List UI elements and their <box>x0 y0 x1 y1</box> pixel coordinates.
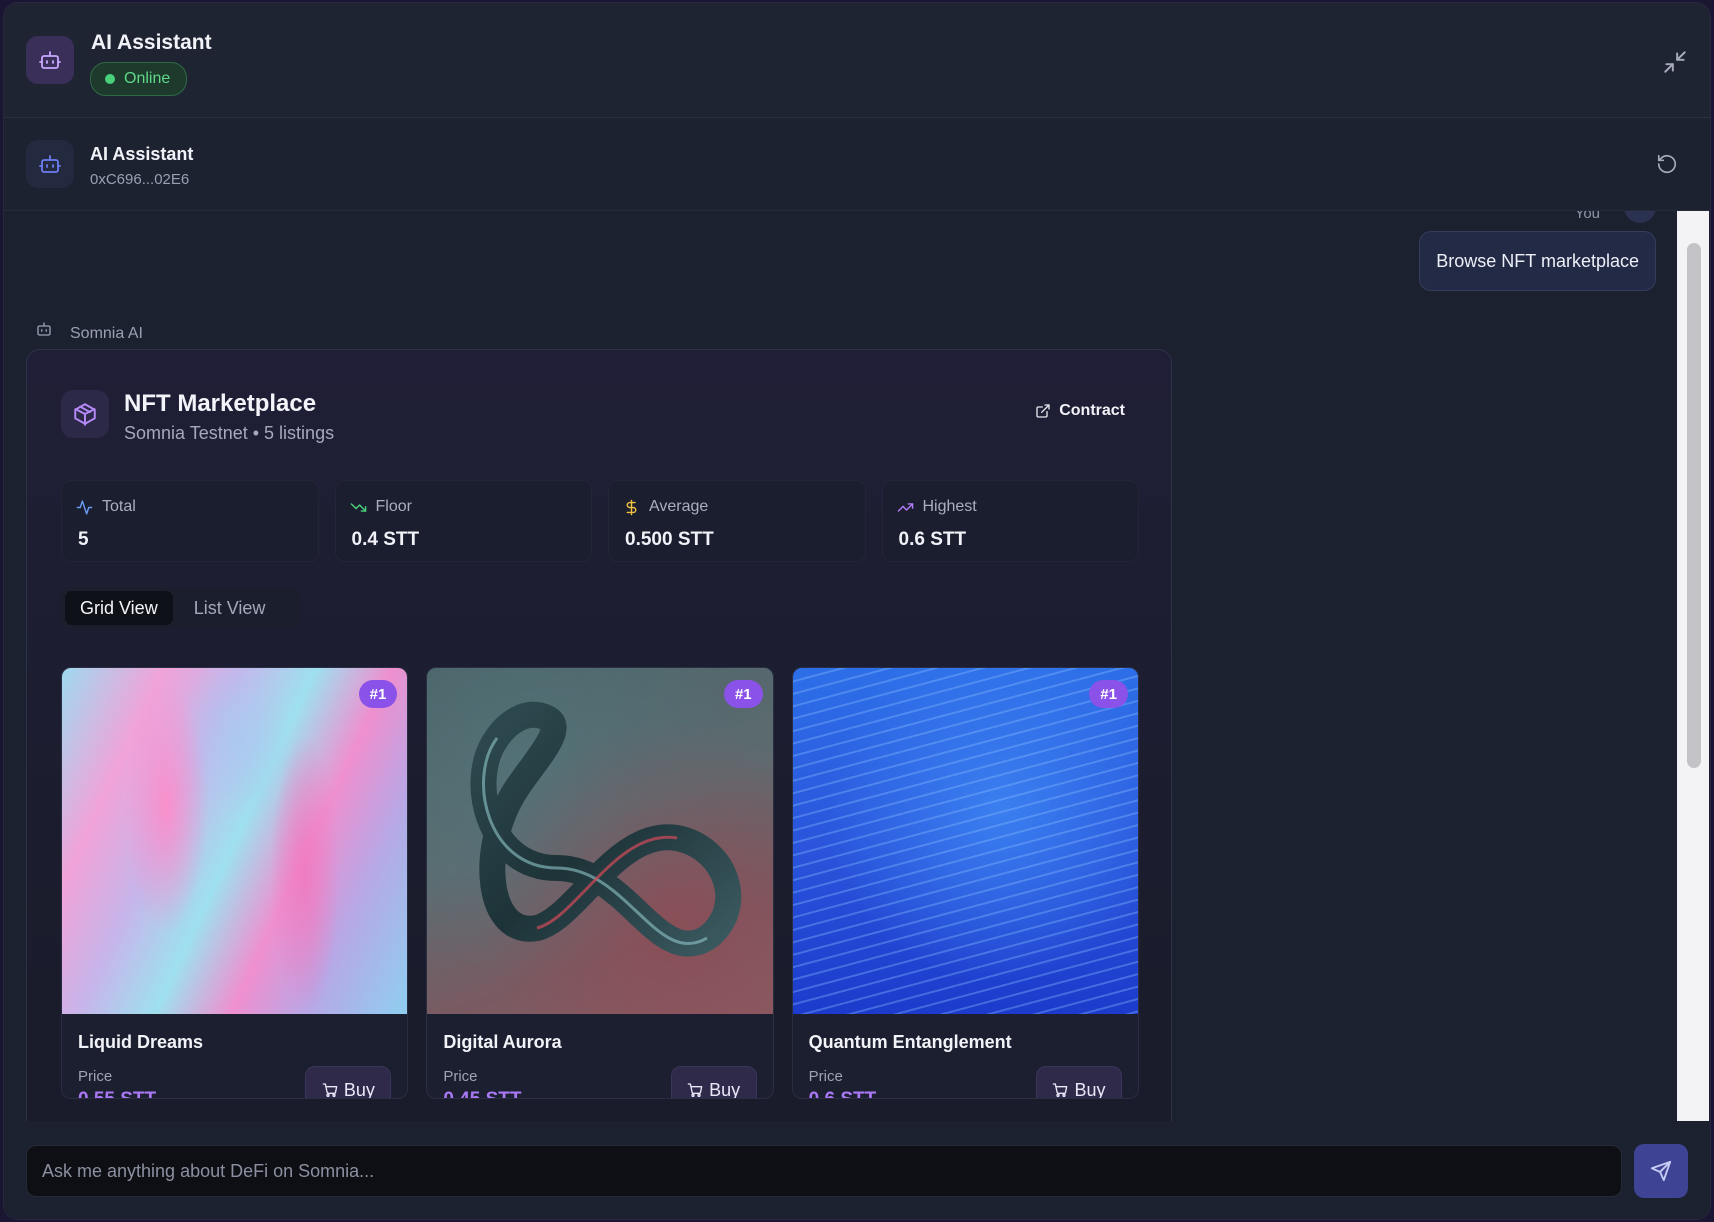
activity-icon <box>76 499 93 515</box>
wallet-address: 0xC696...02E6 <box>90 171 190 188</box>
stat-label: Total <box>102 498 136 515</box>
minimize-button[interactable] <box>1660 47 1690 77</box>
bot-icon <box>26 36 74 84</box>
nft-card[interactable]: #1 Digital Aurora Price 0.45 STT Buy <box>426 667 774 1099</box>
bot-icon <box>37 322 51 336</box>
nft-grid: #1 Liquid Dreams Price 0.55 STT Buy <box>61 667 1139 1099</box>
stat-label: Average <box>649 498 709 515</box>
stats-row: Total 5 Floor 0.4 STT Average 0.500 STT … <box>61 480 1139 562</box>
composer <box>4 1121 1710 1219</box>
online-dot-icon <box>105 74 115 84</box>
price-label: Price <box>78 1068 113 1085</box>
minimize-icon <box>1664 51 1686 73</box>
stat-highest: Highest 0.6 STT <box>881 480 1139 562</box>
user-label: You <box>1574 211 1600 222</box>
stat-floor: Floor 0.4 STT <box>334 480 592 562</box>
marketplace-subtitle: Somnia Testnet • 5 listings <box>124 423 335 443</box>
avatar <box>1624 211 1656 223</box>
stat-value: 0.500 STT <box>625 529 714 550</box>
dollar-icon <box>626 499 637 515</box>
cart-icon <box>322 1083 338 1097</box>
buy-button[interactable]: Buy <box>305 1066 392 1099</box>
buy-label: Buy <box>1074 1079 1106 1099</box>
message-list[interactable]: You Browse NFT marketplace Somnia AI NFT… <box>4 211 1710 1121</box>
nft-name: Liquid Dreams <box>78 1032 204 1052</box>
send-button[interactable] <box>1634 1144 1688 1198</box>
stat-label: Highest <box>922 498 977 515</box>
chat-window: AI Assistant Online AI Assistant 0xC696.… <box>4 3 1710 1219</box>
tab-grid-view[interactable]: Grid View <box>65 591 173 625</box>
scrollbar-thumb[interactable] <box>1687 243 1701 768</box>
stat-value: 5 <box>78 529 89 550</box>
cart-icon <box>687 1083 703 1097</box>
tab-list-view[interactable]: List View <box>179 591 281 625</box>
status-text: Online <box>124 70 171 87</box>
price-value: 0.55 STT <box>78 1089 156 1098</box>
user-message: Browse NFT marketplace <box>1419 231 1656 291</box>
infinity-sculpture <box>470 701 742 957</box>
header: AI Assistant Online <box>4 3 1710 118</box>
price-label: Price <box>443 1068 478 1085</box>
contract-label: Contract <box>1059 402 1125 419</box>
stat-average: Average 0.500 STT <box>608 480 866 562</box>
page-title: AI Assistant <box>91 31 212 54</box>
rank-badge: #1 <box>723 680 763 708</box>
buy-label: Buy <box>343 1079 375 1099</box>
cart-icon <box>1053 1083 1068 1097</box>
rank-badge: #1 <box>358 680 398 708</box>
price-value: 0.45 STT <box>443 1089 521 1098</box>
external-link-icon <box>1036 404 1050 418</box>
session-name: AI Assistant <box>90 144 194 164</box>
price-value: 0.6 STT <box>809 1089 877 1098</box>
nft-card[interactable]: #1 Liquid Dreams Price 0.55 STT Buy <box>61 667 409 1099</box>
nft-name: Digital Aurora <box>443 1032 562 1052</box>
package-icon <box>61 390 109 438</box>
stat-total: Total 5 <box>61 480 319 562</box>
buy-button[interactable]: Buy <box>670 1066 757 1099</box>
ai-label: Somnia AI <box>70 325 143 342</box>
rank-badge: #1 <box>1089 680 1128 708</box>
nft-card[interactable]: #1 Quantum Entanglement Price 0.6 STT Bu… <box>791 667 1139 1099</box>
chat-input[interactable] <box>26 1145 1622 1197</box>
refresh-icon <box>1657 154 1677 174</box>
trending-down-icon <box>350 502 366 512</box>
trending-up-icon <box>897 502 913 512</box>
marketplace-card: NFT Marketplace Somnia Testnet • 5 listi… <box>26 349 1172 1121</box>
session-bar: AI Assistant 0xC696...02E6 <box>4 118 1710 211</box>
nft-image[interactable] <box>62 668 408 1014</box>
stat-value: 0.6 STT <box>898 529 967 550</box>
contract-link[interactable]: Contract <box>1035 402 1125 420</box>
buy-button[interactable]: Buy <box>1035 1066 1122 1099</box>
nft-image[interactable] <box>427 668 773 1014</box>
stat-value: 0.4 STT <box>351 529 420 550</box>
stat-label: Floor <box>375 498 412 515</box>
nft-image[interactable] <box>792 668 1138 1014</box>
bot-icon <box>26 140 74 188</box>
marketplace-title: NFT Marketplace <box>124 390 317 417</box>
view-toggle: Grid View List View <box>61 587 299 629</box>
nft-name: Quantum Entanglement <box>808 1032 1012 1052</box>
buy-label: Buy <box>709 1079 741 1099</box>
status-badge: Online <box>90 62 188 96</box>
reset-button[interactable] <box>1654 151 1680 177</box>
price-label: Price <box>808 1068 843 1085</box>
send-icon <box>1650 1160 1672 1182</box>
